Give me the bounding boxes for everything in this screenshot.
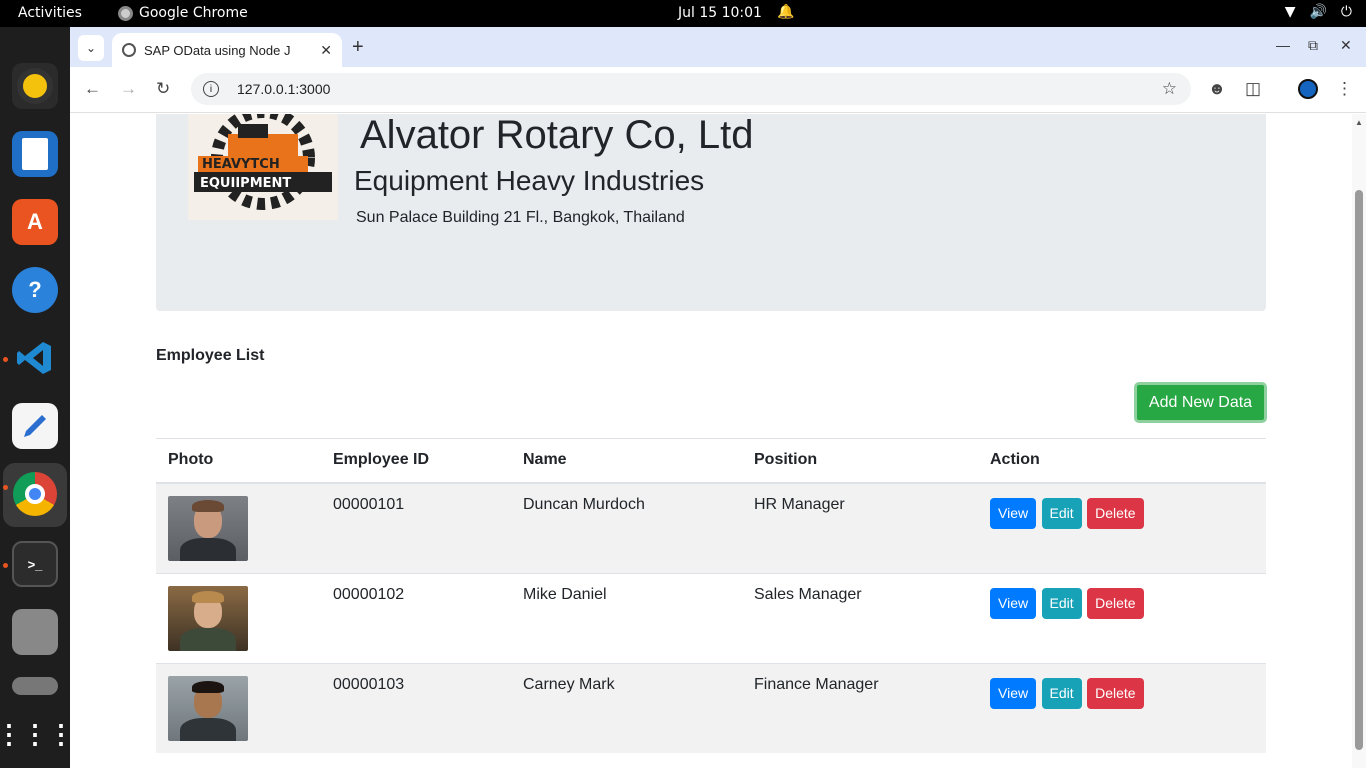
running-indicator: [3, 357, 8, 362]
close-window-icon[interactable]: ✕: [1340, 37, 1352, 54]
app-menu[interactable]: Google Chrome: [118, 5, 248, 21]
employee-name: Duncan Murdoch: [511, 482, 742, 573]
text-editor-icon[interactable]: [12, 403, 58, 449]
employee-id: 00000103: [321, 662, 511, 753]
employee-position: Finance Manager: [742, 662, 978, 753]
logo-text-top: HEAVYTCH: [202, 157, 280, 172]
new-tab-button[interactable]: +: [352, 36, 364, 59]
browser-tab[interactable]: SAP OData using Node J ✕: [112, 33, 342, 67]
help-icon[interactable]: ?: [12, 267, 58, 313]
tab-strip: ⌄ SAP OData using Node J ✕ + — ⧉ ✕: [70, 27, 1366, 67]
page-scrollbar[interactable]: ▲: [1352, 114, 1366, 768]
globe-icon: [122, 43, 136, 57]
view-button[interactable]: View: [990, 677, 1037, 709]
column-header: Photo: [156, 438, 321, 484]
wifi-icon: ▼: [1284, 4, 1296, 20]
chrome-icon[interactable]: [12, 471, 58, 517]
company-tagline: Equipment Heavy Industries: [354, 165, 705, 196]
delete-button[interactable]: Delete: [1087, 497, 1144, 529]
site-info-icon[interactable]: i: [203, 81, 219, 97]
app-center-icon[interactable]: A: [12, 199, 58, 245]
delete-button[interactable]: Delete: [1087, 677, 1144, 709]
column-header: Position: [742, 438, 978, 484]
writer-icon[interactable]: [12, 131, 58, 177]
employee-position: Sales Manager: [742, 572, 978, 663]
company-address: Sun Palace Building 21 Fl., Bangkok, Tha…: [356, 209, 685, 226]
vscode-icon[interactable]: [12, 335, 58, 381]
extension-avatar-icon[interactable]: ☻: [1208, 79, 1226, 99]
logo-text-bottom: EQUIIPMENT: [200, 176, 291, 191]
employee-position: HR Manager: [742, 482, 978, 573]
employee-photo: [168, 675, 248, 741]
action-cell: View Edit Delete: [978, 662, 1266, 753]
address-bar[interactable]: i 127.0.0.1:3000 ☆: [191, 73, 1191, 105]
action-cell: View Edit Delete: [978, 572, 1266, 663]
employee-id: 00000101: [321, 482, 511, 573]
photo-cell: [156, 572, 321, 663]
volume-icon: 🔊: [1309, 4, 1327, 20]
employee-table: Photo Employee ID Name Position Action 0…: [156, 438, 1266, 753]
restore-icon[interactable]: ⧉: [1308, 37, 1318, 54]
clock[interactable]: Jul 15 10:01: [678, 5, 762, 21]
system-top-bar: Activities Google Chrome Jul 15 10:01 🔔 …: [0, 0, 1366, 27]
action-cell: View Edit Delete: [978, 482, 1266, 573]
reload-icon[interactable]: ↻: [156, 79, 170, 99]
system-tray[interactable]: ▼ 🔊 ⏻: [1285, 4, 1352, 20]
employee-list-title: Employee List: [156, 347, 265, 364]
chrome-icon: [118, 5, 133, 21]
terminal-icon[interactable]: >_: [12, 541, 58, 587]
files-icon[interactable]: [12, 609, 58, 655]
web-page: HEAVYTCH EQUIIPMENT Alvator Rotary Co, L…: [70, 114, 1352, 768]
app-grid-icon[interactable]: ⋮⋮⋮: [0, 711, 74, 757]
delete-button[interactable]: Delete: [1087, 587, 1144, 619]
disk-icon[interactable]: [12, 677, 58, 695]
running-indicator: [3, 563, 8, 568]
close-tab-icon[interactable]: ✕: [320, 42, 332, 59]
browser-toolbar: ← → ↻ i 127.0.0.1:3000 ☆ ☻ ◫ ⋮: [70, 67, 1366, 113]
url-text: 127.0.0.1:3000: [237, 81, 331, 97]
employee-id: 00000102: [321, 572, 511, 663]
profile-avatar[interactable]: [1298, 79, 1318, 99]
photo-cell: [156, 482, 321, 573]
scroll-up-icon[interactable]: ▲: [1355, 118, 1363, 127]
view-button[interactable]: View: [990, 497, 1037, 529]
column-header: Name: [511, 438, 742, 484]
photo-cell: [156, 662, 321, 753]
minimize-icon[interactable]: —: [1276, 37, 1290, 53]
table-row: 00000102 Mike Daniel Sales Manager View …: [156, 572, 1266, 663]
bookmark-star-icon[interactable]: ☆: [1162, 79, 1177, 99]
table-row: 00000101 Duncan Murdoch HR Manager View …: [156, 482, 1266, 573]
rhythmbox-icon[interactable]: [12, 63, 58, 109]
dock: A ? >_ ⋮⋮⋮: [0, 27, 74, 768]
running-indicator: [3, 485, 8, 490]
scroll-thumb[interactable]: [1355, 190, 1363, 750]
employee-name: Carney Mark: [511, 662, 742, 753]
power-icon: ⏻: [1340, 4, 1352, 20]
employee-photo: [168, 585, 248, 651]
company-name: Alvator Rotary Co, Ltd: [360, 114, 754, 157]
table-header-row: Photo Employee ID Name Position Action: [156, 438, 1266, 484]
employee-name: Mike Daniel: [511, 572, 742, 663]
notification-bell-icon[interactable]: 🔔: [777, 4, 794, 20]
edit-button[interactable]: Edit: [1041, 677, 1082, 709]
view-button[interactable]: View: [990, 587, 1037, 619]
table-row: 00000103 Carney Mark Finance Manager Vie…: [156, 662, 1266, 753]
edit-button[interactable]: Edit: [1041, 497, 1082, 529]
tab-title: SAP OData using Node J: [144, 42, 291, 58]
column-header: Employee ID: [321, 438, 511, 484]
activities-button[interactable]: Activities: [18, 5, 82, 21]
employee-photo: [168, 495, 248, 561]
app-name: Google Chrome: [139, 5, 248, 21]
company-header: HEAVYTCH EQUIIPMENT Alvator Rotary Co, L…: [156, 114, 1266, 311]
back-icon[interactable]: ←: [84, 79, 101, 99]
column-header: Action: [978, 438, 1266, 484]
tab-search-button[interactable]: ⌄: [78, 35, 104, 61]
forward-icon[interactable]: →: [120, 79, 137, 99]
chrome-menu-icon[interactable]: ⋮: [1336, 79, 1353, 99]
add-new-data-button[interactable]: Add New Data: [1134, 382, 1267, 423]
edit-button[interactable]: Edit: [1041, 587, 1082, 619]
company-logo: HEAVYTCH EQUIIPMENT: [188, 114, 338, 220]
extensions-puzzle-icon[interactable]: ◫: [1245, 79, 1261, 99]
